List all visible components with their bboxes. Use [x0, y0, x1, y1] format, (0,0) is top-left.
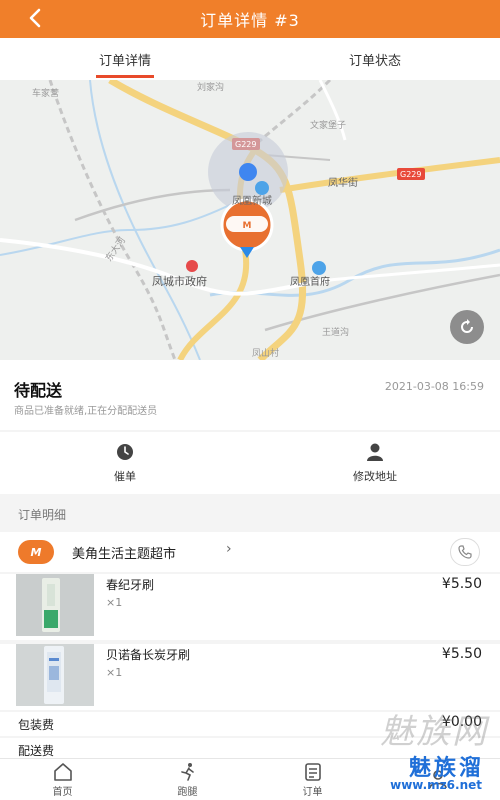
chevron-right-icon[interactable]: ›	[226, 541, 232, 557]
map-label: 车家营	[32, 87, 59, 99]
tab-label: 订单详情	[98, 53, 151, 69]
runner-icon	[177, 762, 199, 782]
list-item[interactable]: 春纪牙刷 ×1 ¥5.50	[0, 574, 500, 640]
user-icon	[427, 769, 449, 789]
tab-order-details[interactable]: 订单详情	[0, 38, 250, 80]
map-label: 刘家沟	[197, 81, 224, 93]
order-actions: 催单 修改地址	[0, 432, 500, 494]
status-time: 2021-03-08 16:59	[384, 380, 484, 393]
item-name: 春纪牙刷	[106, 578, 155, 592]
tab-bar: 订单详情 订单状态	[0, 38, 500, 80]
fee-label: 配送费	[18, 744, 55, 758]
section-title: 订单明细	[18, 507, 67, 522]
nav-home[interactable]: 首页	[0, 759, 125, 800]
status-description: 商品已准备就绪,正在分配配送员	[14, 406, 158, 417]
map-label: G229	[400, 170, 421, 179]
page-title: 订单详情 #3	[200, 11, 300, 30]
product-image	[16, 574, 94, 636]
product-image	[16, 644, 94, 706]
shop-name[interactable]: 美角生活主题超市	[72, 543, 176, 562]
nav-profile[interactable]	[375, 759, 500, 800]
phone-icon[interactable]	[450, 538, 480, 566]
edit-address-button[interactable]: 修改地址	[250, 432, 500, 494]
map-label: 王道沟	[322, 326, 349, 338]
item-price: ¥5.50	[441, 646, 482, 662]
nav-label: 跑腿	[177, 786, 198, 798]
map-label: 凤山村	[252, 347, 279, 359]
action-label: 催单	[114, 470, 136, 483]
nav-label: 订单	[302, 786, 323, 798]
shop-logo: M	[18, 540, 54, 564]
action-label: 修改地址	[353, 470, 397, 483]
status-title: 待配送	[14, 381, 63, 400]
urge-order-button[interactable]: 催单	[0, 432, 250, 494]
item-quantity: ×1	[106, 596, 123, 609]
back-arrow-icon[interactable]	[24, 6, 48, 30]
map-label: 凤城市政府	[152, 274, 207, 288]
home-icon	[52, 762, 74, 782]
map-label: G229	[235, 140, 256, 149]
delivery-fee-row: 配送费	[0, 738, 500, 758]
order-icon	[302, 762, 324, 782]
map-label: 凤华街	[328, 176, 358, 189]
map-label: 凤凰新城	[232, 194, 272, 207]
clock-icon	[115, 442, 135, 462]
item-quantity: ×1	[106, 666, 123, 679]
nav-label: 首页	[52, 786, 73, 798]
bottom-nav: 首页 跑腿 订单	[0, 758, 500, 800]
tab-order-status[interactable]: 订单状态	[250, 38, 500, 80]
svg-text:M: M	[243, 221, 252, 231]
map-label: 凤凰首府	[290, 275, 330, 288]
nav-errand[interactable]: 跑腿	[125, 759, 250, 800]
top-bar: 订单详情 #3	[0, 0, 500, 38]
person-icon	[365, 442, 385, 462]
shop-logo-text: M	[30, 545, 42, 559]
delivery-map[interactable]: M 车家营 刘家沟 文家堡子 G229 G229 凤华街 凤凰新城 凤城市政府 …	[0, 80, 500, 360]
packaging-fee-row: 包装费 ¥0.00	[0, 712, 500, 736]
item-name: 贝诺备长炭牙刷	[106, 648, 191, 662]
nav-orders[interactable]: 订单	[250, 759, 375, 800]
tab-label: 订单状态	[348, 53, 401, 69]
map-label: 文家堡子	[310, 119, 346, 131]
shop-row: M 美角生活主题超市 ›	[0, 532, 500, 572]
recenter-button[interactable]	[450, 310, 484, 344]
item-price: ¥5.50	[441, 576, 482, 592]
fee-value: ¥0.00	[441, 714, 482, 730]
list-item[interactable]: 贝诺备长炭牙刷 ×1 ¥5.50	[0, 644, 500, 710]
fee-label: 包装费	[18, 718, 55, 732]
order-status-card: 待配送 2021-03-08 16:59 商品已准备就绪,正在分配配送员	[0, 360, 500, 430]
section-header: 订单明细	[0, 500, 500, 528]
